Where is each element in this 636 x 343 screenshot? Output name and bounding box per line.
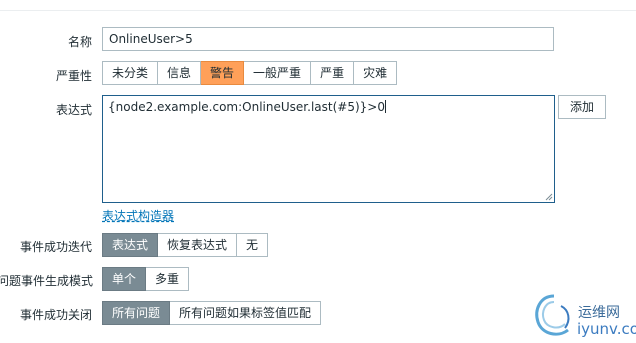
severity-option-high[interactable]: 严重 <box>311 61 355 85</box>
severity-label: 严重性 <box>55 69 92 83</box>
ok-event-option-none[interactable]: 无 <box>237 233 269 257</box>
severity-option-warning[interactable]: 警告 <box>201 61 245 85</box>
severity-option-information[interactable]: 信息 <box>158 61 202 85</box>
watermark: 运维网 iyunv.com <box>525 288 636 343</box>
problem-mode-control: 单个 多重 <box>102 267 190 291</box>
problem-mode-option-single[interactable]: 单个 <box>102 267 147 291</box>
name-label: 名称 <box>67 35 92 49</box>
problem-mode-option-multiple[interactable]: 多重 <box>146 267 190 291</box>
ok-event-option-expression[interactable]: 表达式 <box>102 233 159 257</box>
ok-closes-option-all-problems[interactable]: 所有问题 <box>102 301 171 325</box>
name-input[interactable]: OnlineUser>5 <box>102 27 554 51</box>
severity-segmented-control: 未分类 信息 警告 一般严重 严重 灾难 <box>102 61 398 85</box>
expression-label: 表达式 <box>55 103 92 117</box>
expression-text: {node2.example.com:OnlineUser.last(#5)}>… <box>108 100 385 114</box>
swirl-logo-icon <box>535 294 570 336</box>
top-divider <box>0 10 636 11</box>
ok-event-option-recovery-expression[interactable]: 恢复表达式 <box>158 233 238 257</box>
ok-closes-control: 所有问题 所有问题如果标签值匹配 <box>102 301 322 325</box>
text-caret <box>384 100 386 113</box>
ok-event-generation-control: 表达式 恢复表达式 无 <box>102 233 269 257</box>
severity-option-disaster[interactable]: 灾难 <box>354 61 398 85</box>
ok-closes-option-tag-match[interactable]: 所有问题如果标签值匹配 <box>170 301 322 325</box>
severity-option-not-classified[interactable]: 未分类 <box>102 61 159 85</box>
ok-closes-label: 事件成功关闭 <box>19 308 92 322</box>
add-button[interactable]: 添加 <box>558 95 607 119</box>
watermark-url: iyunv.com <box>577 320 636 338</box>
resize-grip-icon[interactable] <box>545 193 553 201</box>
problem-mode-label: 问题事件生成模式 <box>0 274 93 288</box>
watermark-site-name: 运维网 <box>578 305 620 321</box>
ok-event-generation-label: 事件成功迭代 <box>19 240 92 254</box>
severity-option-average[interactable]: 一般严重 <box>244 61 312 85</box>
expression-builder-link[interactable]: 表达式构造器 <box>102 207 174 224</box>
expression-textarea[interactable]: {node2.example.com:OnlineUser.last(#5)}>… <box>102 95 555 203</box>
